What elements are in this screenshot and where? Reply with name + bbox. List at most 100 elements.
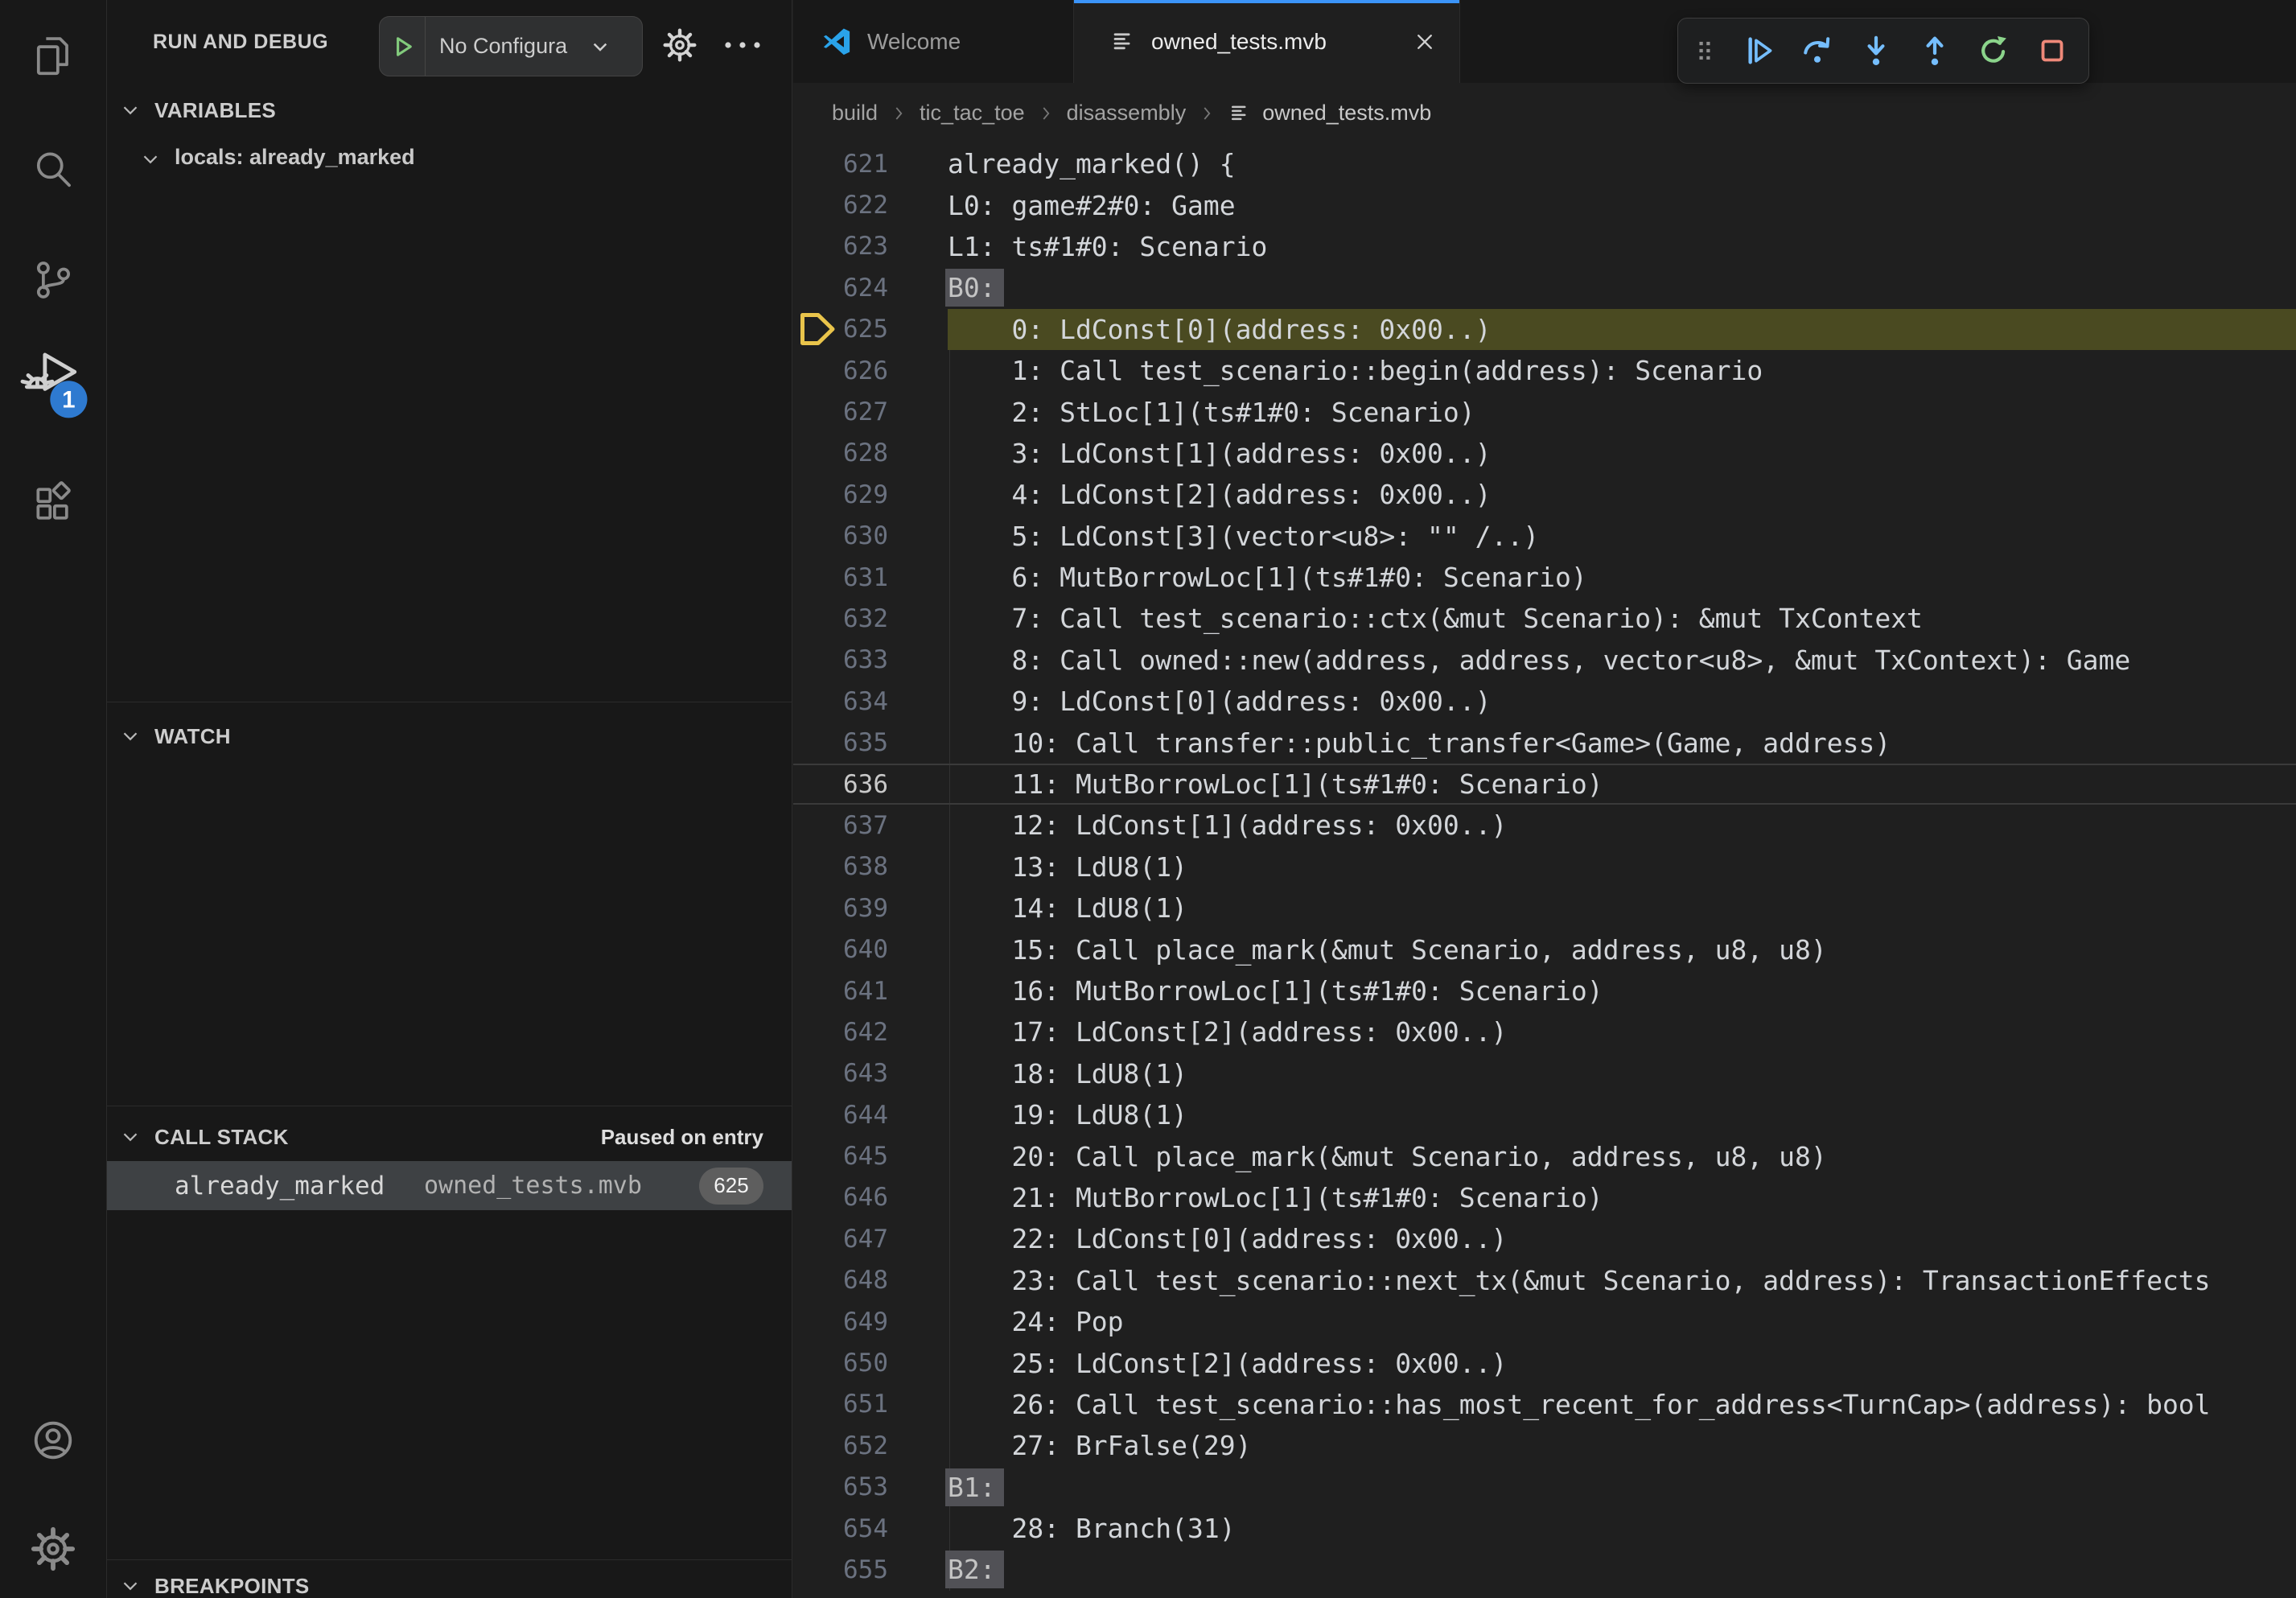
code-line-625[interactable]: 625 0: LdConst[0](address: 0x00..) [793,309,2296,350]
breadcrumb-item-owned_tests.mvb[interactable]: owned_tests.mvb [1262,101,1431,126]
code-line-635[interactable]: 635 10: Call transfer::public_transfer<G… [793,722,2296,763]
watch-section-header[interactable]: WATCH [107,716,792,756]
breakpoints-section-header[interactable]: BREAKPOINTS [107,1566,792,1598]
line-content[interactable]: 0: LdConst[0](address: 0x00..) [948,314,1492,345]
code-line-632[interactable]: 632 7: Call test_scenario::ctx(&mut Scen… [793,598,2296,639]
code-line-639[interactable]: 639 14: LdU8(1) [793,888,2296,929]
line-content[interactable]: 17: LdConst[2](address: 0x00..) [948,1016,1507,1048]
explorer-icon[interactable] [31,34,76,79]
step-over-button[interactable] [1799,32,1836,69]
line-content[interactable]: 23: Call test_scenario::next_tx(&mut Sce… [948,1265,2211,1296]
code-line-637[interactable]: 637 12: LdConst[1](address: 0x00..) [793,805,2296,846]
editor-gutter[interactable]: 634 [793,681,948,722]
line-content[interactable]: B1: [948,1472,1004,1503]
editor-gutter[interactable]: 643 [793,1053,948,1094]
editor-gutter[interactable]: 631 [793,557,948,598]
code-line-624[interactable]: 624 B0: [793,267,2296,308]
code-line-644[interactable]: 644 19: LdU8(1) [793,1094,2296,1135]
code-line-626[interactable]: 626 1: Call test_scenario::begin(address… [793,350,2296,391]
account-icon[interactable] [30,1417,76,1464]
line-content[interactable]: already_marked() { [948,148,1236,179]
code-line-633[interactable]: 633 8: Call owned::new(address, address,… [793,640,2296,681]
toolbar-drag-handle[interactable] [1691,35,1718,67]
breadcrumb-item-disassembly[interactable]: disassembly [1067,101,1187,126]
code-line-631[interactable]: 631 6: MutBorrowLoc[1](ts#1#0: Scenario) [793,557,2296,598]
variables-section-header[interactable]: VARIABLES [107,90,792,130]
more-actions-icon[interactable] [722,37,763,53]
editor-gutter[interactable]: 635 [793,722,948,763]
editor-gutter[interactable]: 629 [793,474,948,515]
editor-gutter[interactable]: 649 [793,1301,948,1342]
editor-gutter[interactable]: 647 [793,1218,948,1259]
line-content[interactable]: L1: ts#1#0: Scenario [948,231,1267,262]
stop-button[interactable] [2034,32,2071,69]
line-content[interactable]: 7: Call test_scenario::ctx(&mut Scenario… [948,603,1923,634]
code-line-645[interactable]: 645 20: Call place_mark(&mut Scenario, a… [793,1135,2296,1176]
call-stack-frame-row[interactable]: already_marked owned_tests.mvb 625 [107,1161,792,1210]
editor-gutter[interactable]: 630 [793,516,948,557]
line-content[interactable]: 21: MutBorrowLoc[1](ts#1#0: Scenario) [948,1182,1603,1213]
step-out-button[interactable] [1916,32,1953,69]
editor-gutter[interactable]: 641 [793,970,948,1011]
extensions-icon[interactable] [31,481,76,526]
editor-gutter[interactable]: 633 [793,640,948,681]
line-content[interactable]: 3: LdConst[1](address: 0x00..) [948,438,1492,469]
line-content[interactable]: 4: LdConst[2](address: 0x00..) [948,479,1492,510]
editor-gutter[interactable]: 622 [793,184,948,225]
launch-config-dropdown[interactable]: No Configura [379,16,643,76]
code-line-629[interactable]: 629 4: LdConst[2](address: 0x00..) [793,474,2296,515]
code-line-648[interactable]: 648 23: Call test_scenario::next_tx(&mut… [793,1260,2296,1301]
editor-gutter[interactable]: 639 [793,888,948,929]
code-line-621[interactable]: 621 already_marked() { [793,143,2296,184]
editor-gutter[interactable]: 632 [793,598,948,639]
locals-scope-row[interactable]: locals: already_marked [107,139,792,179]
line-content[interactable]: 11: MutBorrowLoc[1](ts#1#0: Scenario) [948,768,1603,800]
debug-settings-gear-icon[interactable] [662,27,697,63]
code-line-636[interactable]: 636 11: MutBorrowLoc[1](ts#1#0: Scenario… [793,764,2296,805]
breadcrumb-item-tic_tac_toe[interactable]: tic_tac_toe [920,101,1025,126]
editor-gutter[interactable]: 626 [793,350,948,391]
line-content[interactable]: 28: Branch(31) [948,1513,1236,1544]
line-content[interactable]: 10: Call transfer::public_transfer<Game>… [948,727,1891,759]
line-content[interactable]: 14: LdU8(1) [948,892,1187,924]
start-debug-button[interactable] [380,32,425,61]
line-content[interactable]: 6: MutBorrowLoc[1](ts#1#0: Scenario) [948,562,1587,593]
editor-gutter[interactable]: 652 [793,1425,948,1466]
line-content[interactable]: 9: LdConst[0](address: 0x00..) [948,686,1492,717]
step-into-button[interactable] [1858,32,1895,69]
line-content[interactable]: 5: LdConst[3](vector<u8>: "" /..) [948,521,1539,552]
editor-gutter[interactable]: 627 [793,391,948,432]
editor-gutter[interactable]: 640 [793,929,948,970]
restart-button[interactable] [1975,32,2012,69]
editor-gutter[interactable]: 636 [793,765,948,803]
code-line-643[interactable]: 643 18: LdU8(1) [793,1053,2296,1094]
line-content[interactable]: 25: LdConst[2](address: 0x00..) [948,1348,1507,1379]
editor-gutter[interactable]: 650 [793,1342,948,1383]
code-line-649[interactable]: 649 24: Pop [793,1301,2296,1342]
editor-gutter[interactable]: 648 [793,1260,948,1301]
editor-gutter[interactable]: 654 [793,1508,948,1549]
line-content[interactable]: 18: LdU8(1) [948,1058,1187,1089]
editor-gutter[interactable]: 623 [793,226,948,267]
editor-gutter[interactable]: 642 [793,1011,948,1052]
editor-gutter[interactable]: 637 [793,805,948,846]
line-content[interactable]: 1: Call test_scenario::begin(address): S… [948,355,1763,386]
code-line-623[interactable]: 623 L1: ts#1#0: Scenario [793,226,2296,267]
code-line-655[interactable]: 655 B2: [793,1549,2296,1590]
code-line-641[interactable]: 641 16: MutBorrowLoc[1](ts#1#0: Scenario… [793,970,2296,1011]
tab-owned-tests[interactable]: owned_tests.mvb [1074,0,1460,83]
line-content[interactable]: 16: MutBorrowLoc[1](ts#1#0: Scenario) [948,975,1603,1007]
code-line-651[interactable]: 651 26: Call test_scenario::has_most_rec… [793,1384,2296,1425]
close-icon[interactable] [1411,28,1438,56]
line-content[interactable]: B0: [948,272,1004,303]
editor-gutter[interactable]: 653 [793,1467,948,1508]
editor-gutter[interactable]: 624 [793,267,948,308]
editor-gutter[interactable]: 628 [793,433,948,474]
line-content[interactable]: 20: Call place_mark(&mut Scenario, addre… [948,1141,1827,1172]
editor-gutter[interactable]: 644 [793,1094,948,1135]
source-control-icon[interactable] [31,257,76,303]
editor-gutter[interactable]: 638 [793,846,948,888]
editor-gutter[interactable]: 645 [793,1135,948,1176]
code-line-642[interactable]: 642 17: LdConst[2](address: 0x00..) [793,1011,2296,1052]
code-line-638[interactable]: 638 13: LdU8(1) [793,846,2296,888]
